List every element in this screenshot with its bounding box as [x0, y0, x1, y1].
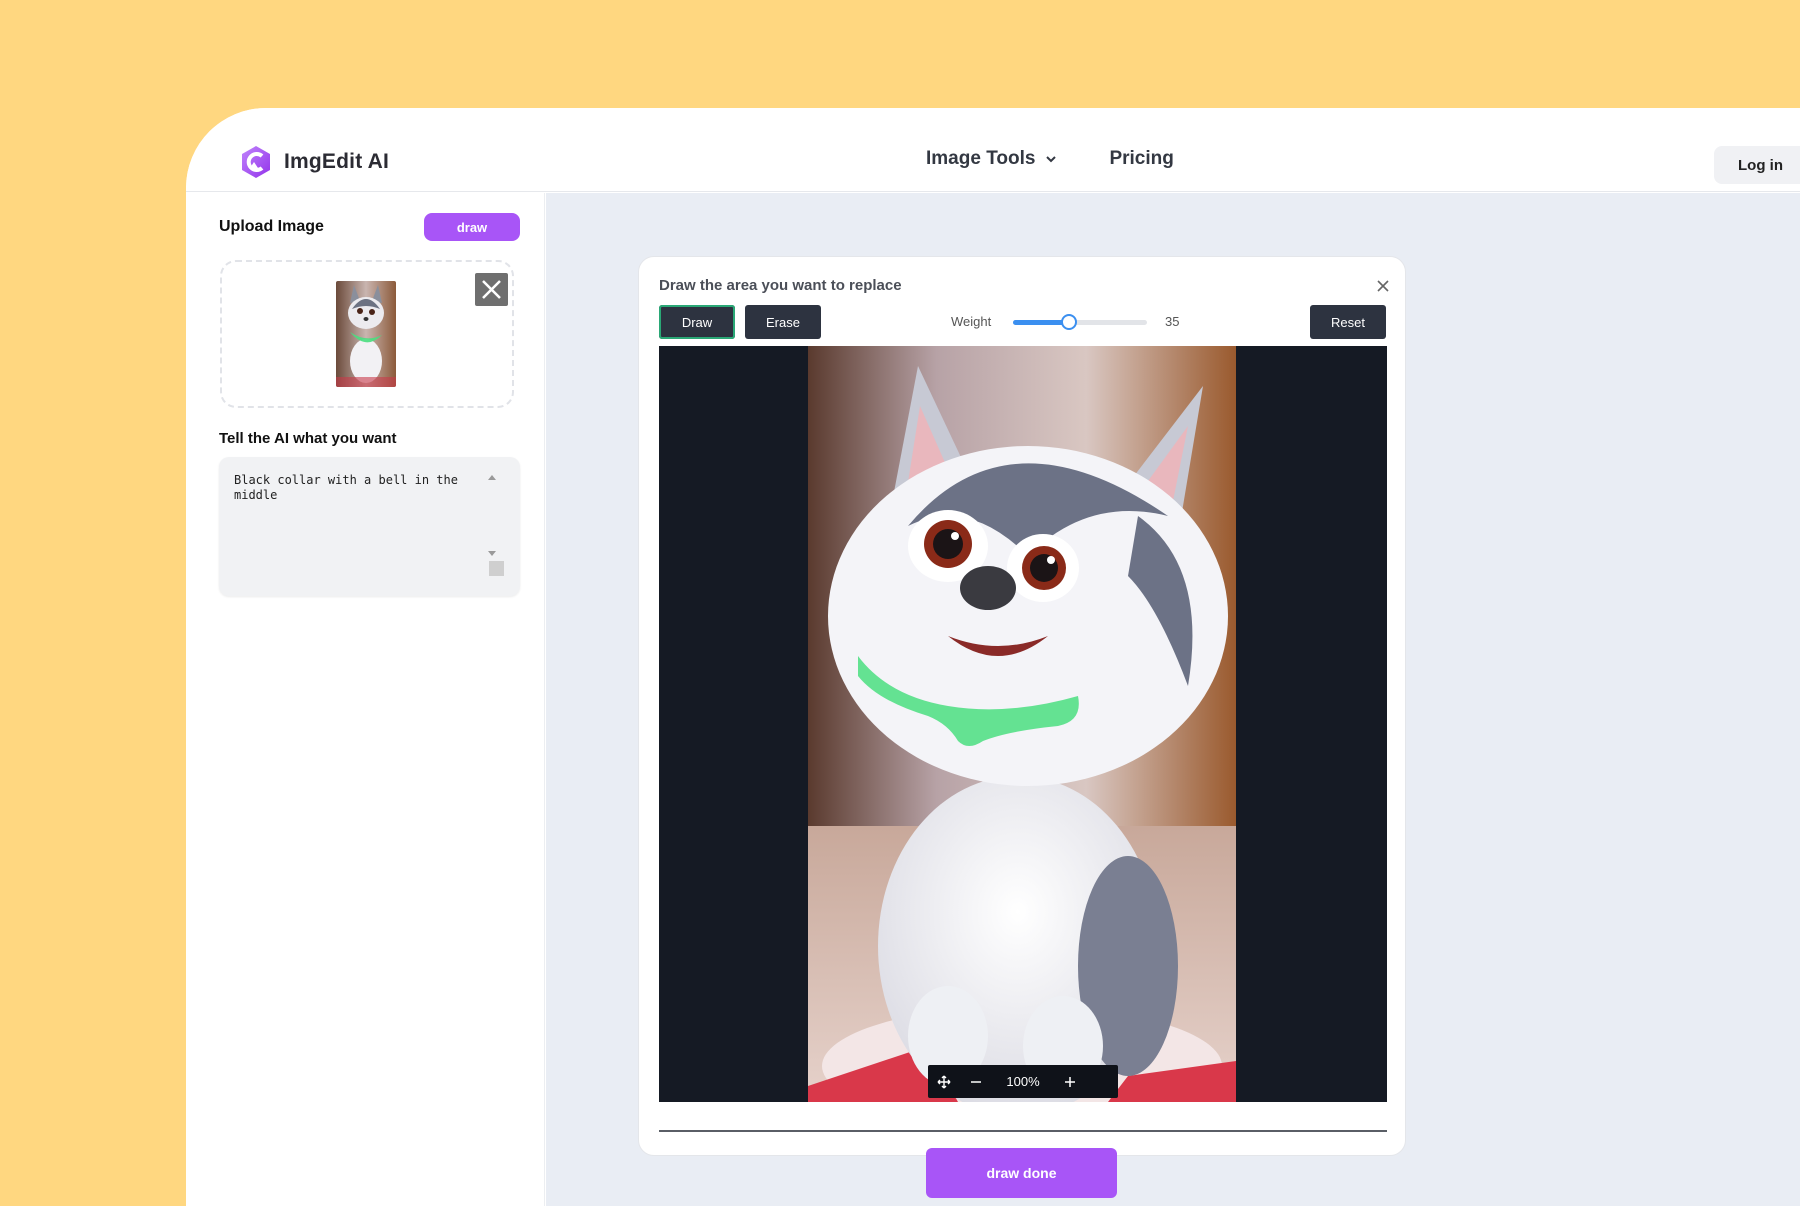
move-button[interactable] — [928, 1065, 960, 1098]
weight-value: 35 — [1165, 314, 1180, 329]
logo-icon — [242, 146, 270, 178]
drawing-canvas[interactable]: 100% — [659, 346, 1387, 1102]
close-icon — [482, 280, 501, 299]
top-header: ImgEdit AI Image Tools Pricing Log in — [186, 108, 1800, 192]
weight-label: Weight — [951, 314, 992, 329]
draw-button[interactable]: draw — [424, 213, 520, 241]
prompt-textarea[interactable]: Black collar with a bell in the middle — [219, 457, 520, 596]
chevron-down-icon — [1046, 156, 1057, 163]
weight-slider[interactable] — [1013, 314, 1147, 330]
zoom-in-button[interactable] — [1054, 1065, 1086, 1098]
divider — [659, 1130, 1387, 1132]
resize-handle[interactable] — [489, 561, 504, 576]
brand-name: ImgEdit AI — [284, 150, 390, 173]
dialog-title: Draw the area you want to replace — [659, 277, 902, 294]
uploaded-image-thumbnail — [336, 281, 396, 387]
mask-editor-dialog: Draw the area you want to replace Draw E… — [638, 256, 1406, 1198]
zoom-in-icon — [1065, 1076, 1075, 1087]
remove-image-button[interactable] — [475, 273, 508, 306]
move-icon — [937, 1075, 951, 1088]
scroll-down-arrow[interactable] — [488, 551, 496, 556]
close-icon[interactable] — [1376, 279, 1390, 293]
husky-image — [808, 346, 1236, 1102]
upload-image-title: Upload Image — [219, 218, 324, 235]
zoom-out-icon — [971, 1080, 981, 1083]
nav-pricing[interactable]: Pricing — [1109, 148, 1173, 170]
nav-image-tools[interactable]: Image Tools — [926, 148, 1057, 170]
zoom-toolbar: 100% — [928, 1065, 1118, 1098]
editor-stage: Draw the area you want to replace Draw E… — [546, 193, 1800, 1206]
zoom-level: 100% — [1006, 1074, 1040, 1089]
left-panel: Upload Image draw Tell the AI what you w… — [186, 193, 545, 1206]
prompt-text: Black collar with a bell in the middle — [234, 473, 458, 502]
brand[interactable]: ImgEdit AI — [238, 144, 389, 180]
prompt-label: Tell the AI what you want — [219, 430, 397, 447]
erase-tool-button[interactable]: Erase — [745, 305, 821, 339]
reset-button[interactable]: Reset — [1310, 305, 1386, 339]
upload-dropzone[interactable] — [220, 260, 514, 408]
zoom-out-button[interactable] — [960, 1065, 992, 1098]
draw-tool-button[interactable]: Draw — [659, 305, 735, 339]
login-button[interactable]: Log in — [1714, 146, 1800, 184]
slider-handle[interactable] — [1061, 314, 1078, 330]
nav-image-tools-label: Image Tools — [926, 148, 1036, 169]
main-nav: Image Tools Pricing — [926, 148, 1174, 170]
scroll-up-arrow[interactable] — [488, 475, 496, 480]
app-window: ImgEdit AI Image Tools Pricing Log in Up… — [186, 108, 1800, 1206]
draw-done-button[interactable]: draw done — [926, 1148, 1117, 1198]
